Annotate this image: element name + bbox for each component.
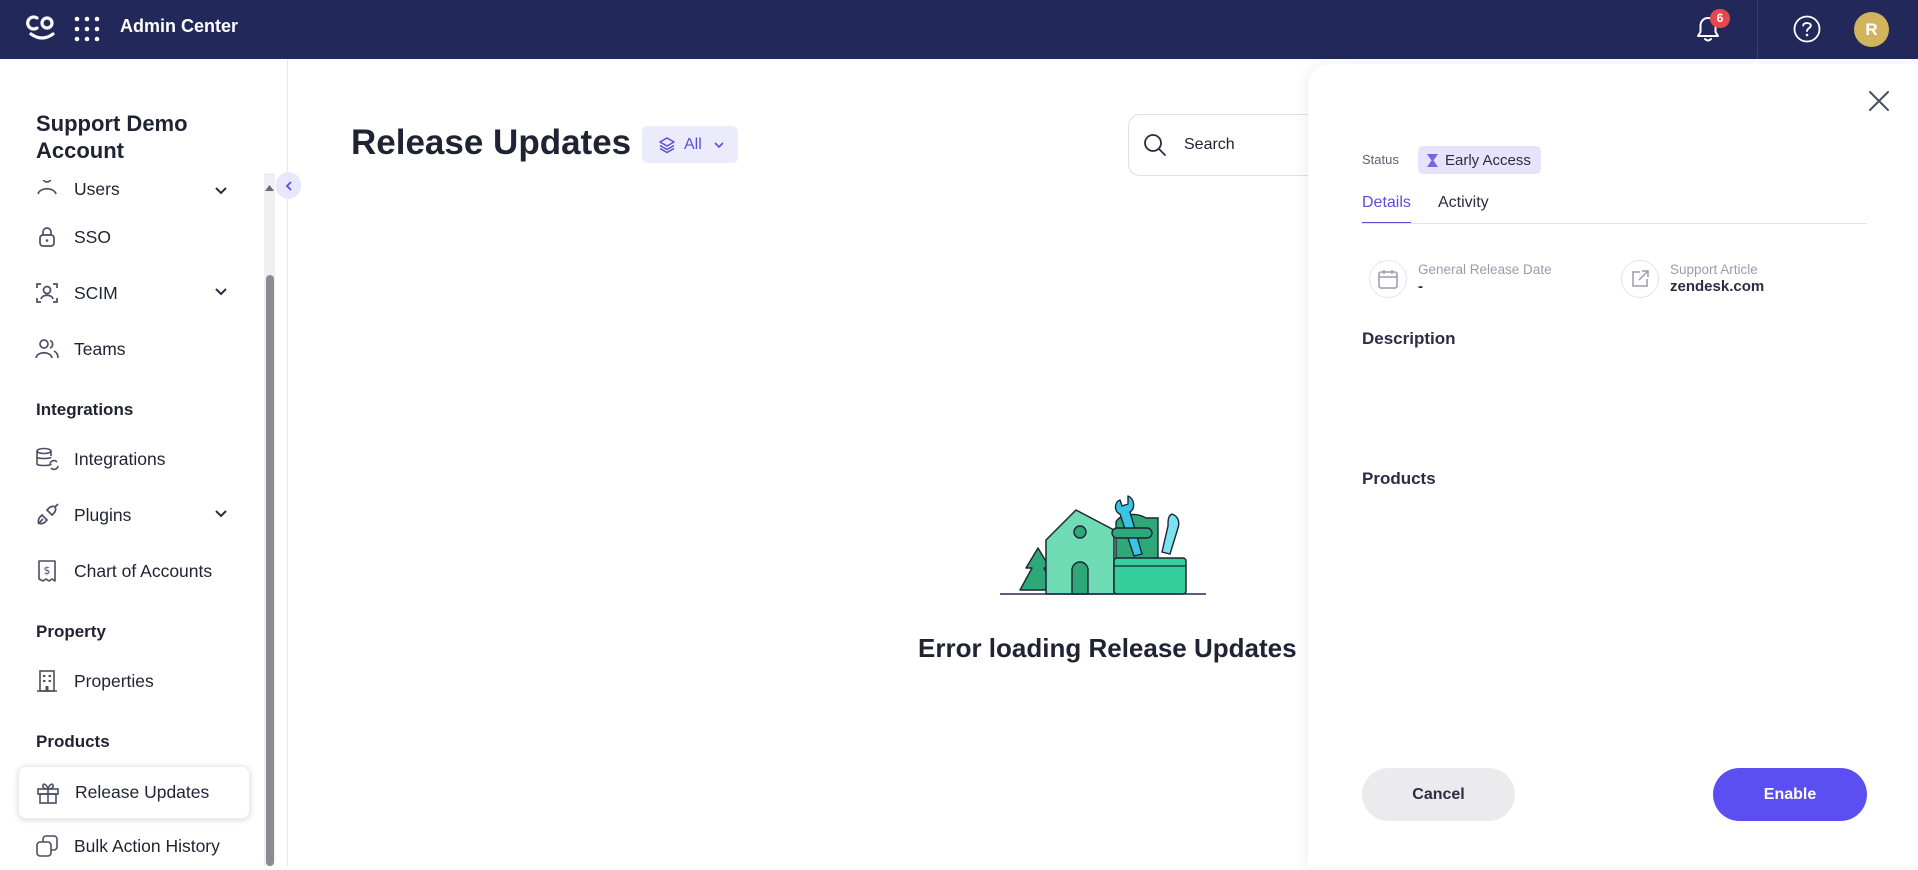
external-link-icon: [1632, 270, 1649, 287]
description-heading: Description: [1362, 329, 1456, 348]
app-title: Admin Center: [120, 16, 239, 36]
sidebar-item-users[interactable]: Users: [18, 180, 250, 204]
filter-dropdown-button[interactable]: All: [642, 126, 738, 163]
sidebar-item-bulk-action-history[interactable]: Bulk Action History: [18, 822, 250, 870]
search-icon: [1144, 134, 1166, 156]
section-title-integrations: Integrations: [36, 400, 134, 419]
section-title-products: Products: [36, 732, 110, 751]
svg-text:$: $: [44, 564, 51, 577]
tab-activity[interactable]: Activity: [1438, 194, 1489, 224]
sidebar-item-properties[interactable]: Properties: [18, 657, 250, 705]
sidebar-item-label: Integrations: [74, 448, 166, 469]
filter-label: All: [684, 135, 702, 153]
products-heading: Products: [1362, 469, 1436, 488]
help-icon[interactable]: [1792, 14, 1822, 44]
chevron-down-icon: [714, 141, 724, 148]
gift-icon: [35, 780, 61, 806]
sidebar-item-label: Teams: [74, 338, 126, 359]
sidebar-item-label: SSO: [74, 226, 111, 247]
calendar-icon: [1378, 270, 1398, 289]
notification-count-badge: 6: [1710, 9, 1730, 28]
sidebar-item-label: Plugins: [74, 504, 132, 525]
teams-icon: [34, 336, 60, 362]
users-icon: [34, 180, 60, 199]
sidebar-item-label: Users: [74, 180, 120, 199]
support-article-link[interactable]: zendesk.com: [1670, 278, 1764, 295]
tabs-divider: [1362, 223, 1867, 224]
sidebar-scrollbar-thumb[interactable]: [266, 275, 274, 866]
collapse-sidebar-button[interactable]: [276, 172, 301, 199]
cancel-button[interactable]: Cancel: [1362, 768, 1515, 821]
top-bar: Admin Center 6 R: [0, 0, 1918, 59]
sidebar-item-plugins[interactable]: Plugins: [18, 491, 250, 539]
ledger-dollar-icon: $: [34, 558, 60, 584]
status-badge: Early Access: [1418, 146, 1541, 174]
sidebar-item-scim[interactable]: SCIM: [18, 269, 250, 317]
search-input[interactable]: [1182, 135, 1312, 155]
support-article-icon-wrap: [1621, 260, 1659, 298]
tab-details[interactable]: Details: [1362, 194, 1411, 224]
company-logo-icon[interactable]: [26, 12, 58, 44]
lock-icon: [34, 224, 60, 250]
release-date-icon-wrap: [1369, 260, 1407, 298]
section-title-property: Property: [36, 622, 106, 641]
sidebar: Support Demo Account Users SSO SCIM Team…: [0, 59, 288, 866]
layers-icon: [659, 136, 675, 153]
plug-icon: [34, 502, 60, 528]
close-icon[interactable]: [1866, 88, 1892, 114]
building-icon: [34, 668, 60, 694]
error-message: Error loading Release Updates: [918, 633, 1297, 663]
database-sync-icon: [34, 446, 60, 472]
empty-state-toolbox-house-illustration: [1000, 495, 1206, 595]
sidebar-item-label: Release Updates: [75, 782, 210, 802]
status-label: Status: [1362, 152, 1399, 167]
topbar-divider: [1757, 0, 1758, 59]
user-avatar[interactable]: R: [1854, 12, 1889, 47]
release-details-drawer: [1308, 64, 1918, 866]
scroll-up-arrow-icon[interactable]: [264, 182, 275, 192]
chevron-down-icon[interactable]: [212, 182, 230, 200]
sidebar-item-label: Chart of Accounts: [74, 560, 213, 581]
copy-stack-icon: [34, 833, 60, 859]
chevron-down-icon[interactable]: [212, 505, 230, 523]
sidebar-item-label: Properties: [74, 670, 154, 691]
app-launcher-icon[interactable]: [73, 15, 101, 43]
account-name: Support Demo Account: [36, 111, 188, 163]
chevron-down-icon[interactable]: [212, 283, 230, 301]
sidebar-item-label: Bulk Action History: [74, 835, 220, 856]
sidebar-item-label: SCIM: [74, 282, 118, 303]
support-article-label: Support Article: [1670, 262, 1758, 277]
status-value: Early Access: [1445, 151, 1531, 169]
sidebar-item-integrations[interactable]: Integrations: [18, 435, 250, 483]
sidebar-item-release-updates[interactable]: Release Updates: [18, 766, 250, 819]
page-title: Release Updates: [351, 123, 632, 162]
sidebar-item-chart-of-accounts[interactable]: $ Chart of Accounts: [18, 547, 250, 595]
chevron-left-icon: [285, 180, 292, 191]
hourglass-icon: [1427, 153, 1438, 167]
general-release-date-label: General Release Date: [1418, 262, 1552, 277]
search-box[interactable]: [1128, 114, 1328, 176]
general-release-date-value: -: [1418, 278, 1423, 295]
scim-user-sync-icon: [34, 280, 60, 306]
sidebar-item-teams[interactable]: Teams: [18, 325, 250, 373]
sidebar-item-sso[interactable]: SSO: [18, 213, 250, 261]
enable-button[interactable]: Enable: [1713, 768, 1867, 821]
